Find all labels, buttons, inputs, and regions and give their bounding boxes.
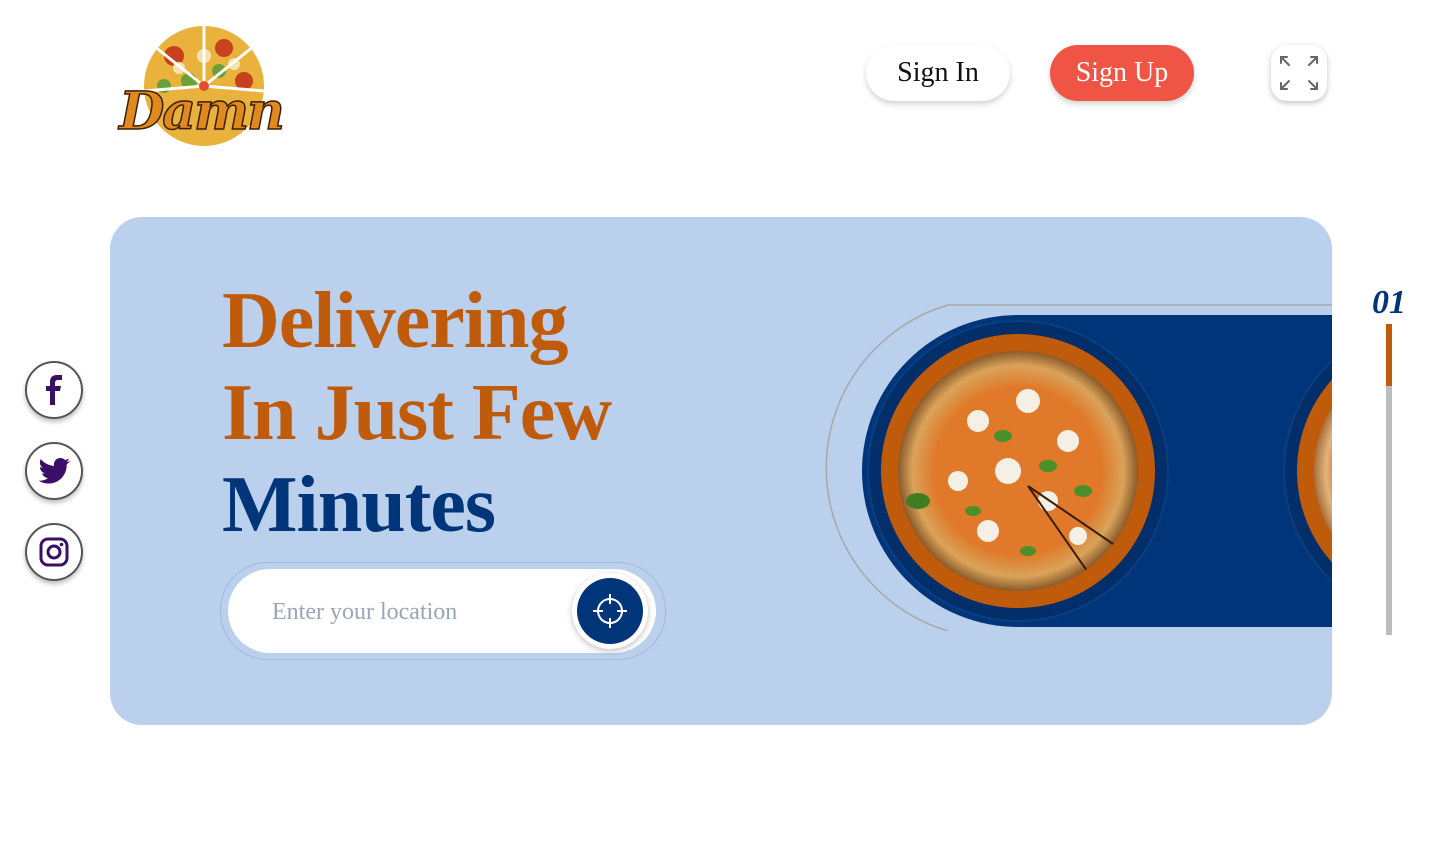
fullscreen-button[interactable]: [1271, 45, 1327, 101]
headline-line-2: In Just Few: [222, 369, 612, 457]
pizza-carousel[interactable]: [728, 301, 1332, 631]
location-input[interactable]: [270, 569, 564, 655]
instagram-icon: [39, 537, 69, 567]
instagram-button[interactable]: [25, 523, 83, 581]
hero-headline: Delivering In Just Few Minutes: [222, 275, 612, 551]
logo-wordmark: Damn: [118, 80, 285, 143]
facebook-button[interactable]: [25, 361, 83, 419]
slide-counter: 01: [1372, 284, 1406, 321]
headline-line-1: Delivering: [222, 277, 568, 365]
slide-progress-track[interactable]: [1386, 324, 1392, 635]
facebook-icon: [46, 375, 62, 405]
slide-progress-fill: [1386, 324, 1392, 387]
crosshair-icon: [593, 594, 627, 628]
headline-line-3: Minutes: [222, 461, 496, 549]
hero-banner: Delivering In Just Few Minutes: [110, 217, 1332, 725]
sign-in-button[interactable]: Sign In: [866, 45, 1010, 101]
twitter-icon: [38, 458, 70, 484]
expand-icon: [1280, 56, 1318, 90]
sign-up-button[interactable]: Sign Up: [1050, 45, 1194, 101]
brand-logo[interactable]: Damn: [104, 26, 298, 150]
twitter-button[interactable]: [25, 442, 83, 500]
pizza-slide-1[interactable]: [867, 320, 1169, 622]
locate-me-button[interactable]: [572, 573, 648, 649]
location-search: [228, 569, 656, 655]
